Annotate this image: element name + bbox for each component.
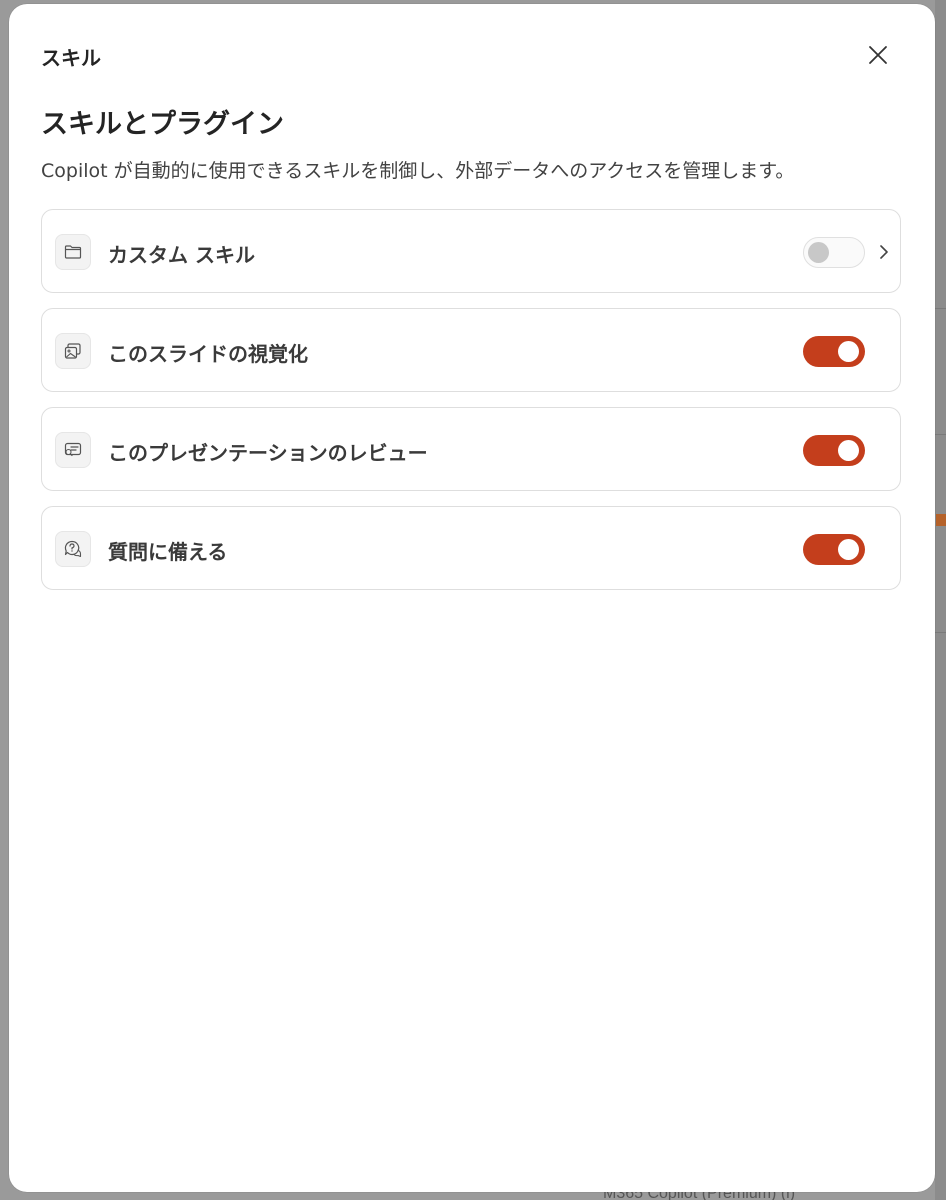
- folder-icon: [55, 234, 91, 270]
- dialog-title: スキル: [41, 46, 101, 70]
- background-pencil-icon: [936, 514, 946, 526]
- background-divider: [935, 308, 946, 309]
- skill-label: カスタム スキル: [108, 243, 255, 267]
- skill-card-review-presentation[interactable]: このプレゼンテーションのレビュー: [41, 407, 901, 491]
- skill-card-prepare-questions[interactable]: 質問に備える: [41, 506, 901, 590]
- toggle-knob: [838, 341, 859, 362]
- background-divider: [935, 434, 946, 435]
- skill-label: 質問に備える: [108, 540, 228, 564]
- background-divider: [935, 632, 946, 633]
- skill-toggle-custom[interactable]: [803, 237, 865, 268]
- toggle-knob: [838, 539, 859, 560]
- chevron-right-icon[interactable]: [874, 240, 894, 264]
- skill-toggle-review-presentation[interactable]: [803, 435, 865, 466]
- skill-card-visualize-slide[interactable]: このスライドの視覚化: [41, 308, 901, 392]
- skills-dialog: スキル スキルとプラグイン Copilot が自動的に使用できるスキルを制御し、…: [9, 4, 935, 1192]
- question-chat-icon: [55, 531, 91, 567]
- close-button[interactable]: [861, 38, 895, 72]
- skill-card-custom[interactable]: カスタム スキル: [41, 209, 901, 293]
- image-slide-icon: [55, 333, 91, 369]
- close-icon: [869, 46, 887, 64]
- skill-label: このプレゼンテーションのレビュー: [108, 441, 428, 465]
- section-description: Copilot が自動的に使用できるスキルを制御し、外部データへのアクセスを管理…: [41, 160, 795, 182]
- skill-toggle-prepare-questions[interactable]: [803, 534, 865, 565]
- skill-toggle-visualize-slide[interactable]: [803, 336, 865, 367]
- section-heading: スキルとプラグイン: [41, 109, 284, 140]
- toggle-knob: [808, 242, 829, 263]
- toggle-knob: [838, 440, 859, 461]
- background-app: [935, 0, 946, 1200]
- skill-label: このスライドの視覚化: [108, 342, 308, 366]
- review-list-icon: [55, 432, 91, 468]
